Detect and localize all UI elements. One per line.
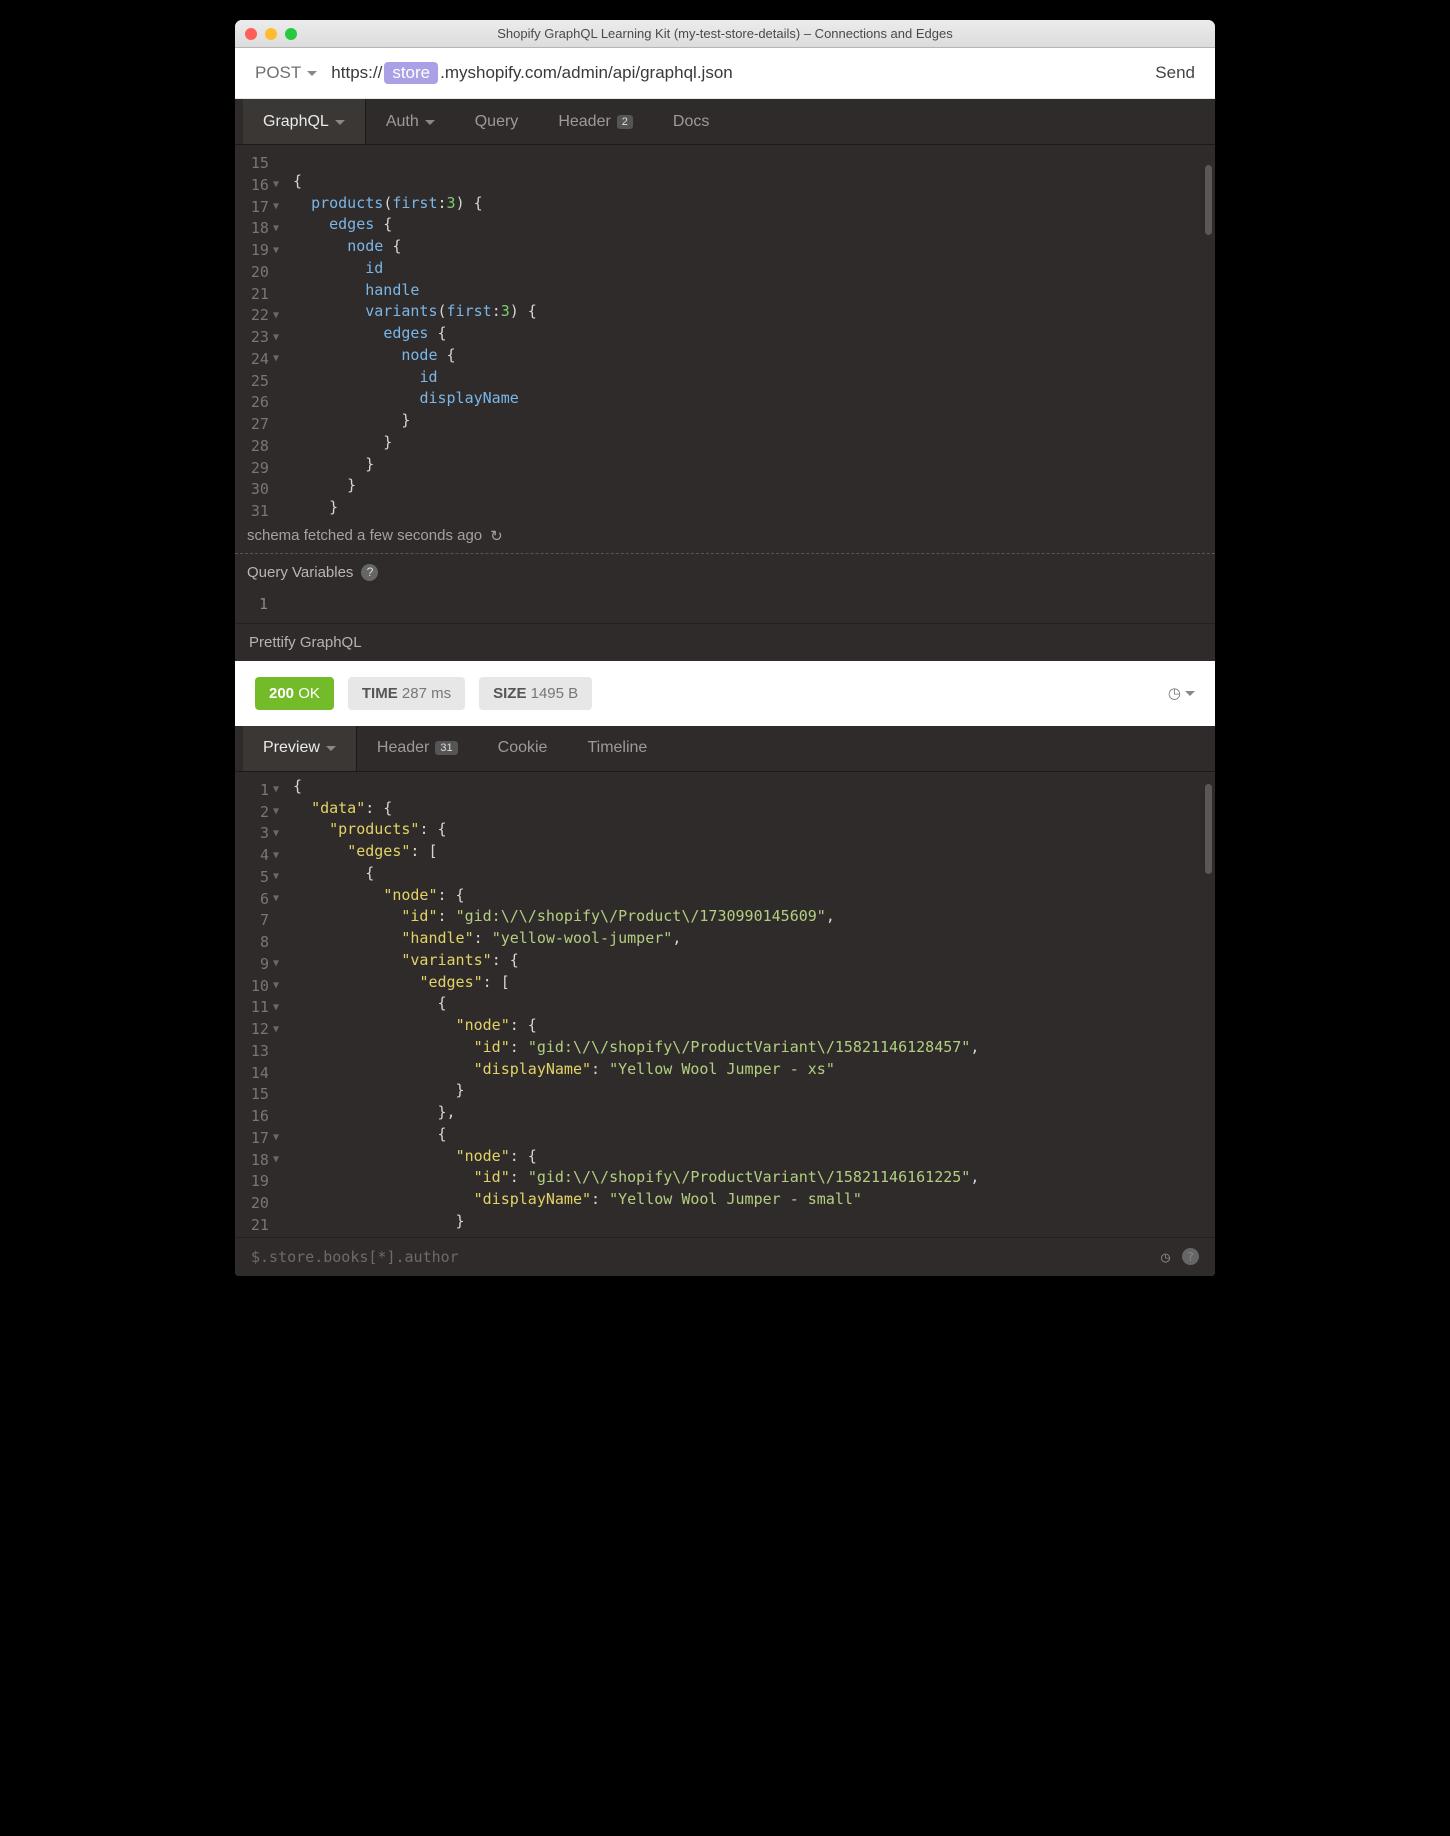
tab-timeline[interactable]: Timeline — [567, 726, 667, 771]
schema-status: schema fetched a few seconds ago ↻ — [235, 523, 1215, 553]
prettify-button[interactable]: Prettify GraphQL — [235, 623, 1215, 661]
response-tabs: Preview Header31 Cookie Timeline — [235, 726, 1215, 772]
status-badge: 200 OK — [255, 677, 334, 710]
tab-response-header[interactable]: Header31 — [357, 726, 478, 771]
help-icon[interactable]: ? — [361, 564, 378, 581]
tab-graphql[interactable]: GraphQL — [243, 99, 366, 144]
send-button[interactable]: Send — [1155, 63, 1195, 83]
url-input[interactable]: https:// store .myshopify.com/admin/api/… — [331, 62, 1141, 84]
titlebar[interactable]: Shopify GraphQL Learning Kit (my-test-st… — [235, 20, 1215, 48]
graphql-editor[interactable]: 15 16▼17▼18▼19▼20 21 22▼23▼24▼25 26 27 2… — [235, 145, 1215, 523]
tab-header[interactable]: Header2 — [538, 99, 653, 144]
zoom-icon[interactable] — [285, 28, 297, 40]
scrollbar[interactable] — [1205, 165, 1212, 235]
tab-query[interactable]: Query — [455, 99, 539, 144]
jsonpath-input[interactable]: $.store.books[*].author — [251, 1248, 459, 1266]
request-panel: GraphQL Auth Query Header2 Docs 15 16▼17… — [235, 99, 1215, 661]
history-button[interactable]: ◷ — [1168, 684, 1195, 702]
query-variables-editor[interactable]: 1 — [235, 591, 1215, 623]
url-variable-tag[interactable]: store — [384, 62, 438, 84]
close-icon[interactable] — [245, 28, 257, 40]
minimize-icon[interactable] — [265, 28, 277, 40]
tab-auth[interactable]: Auth — [366, 99, 455, 144]
chevron-down-icon — [1185, 685, 1195, 702]
clock-icon[interactable]: ◷ — [1161, 1248, 1170, 1266]
scrollbar[interactable] — [1205, 784, 1212, 874]
refresh-icon[interactable]: ↻ — [490, 527, 503, 545]
app-window: Shopify GraphQL Learning Kit (my-test-st… — [235, 20, 1215, 1276]
help-icon[interactable]: ? — [1182, 1248, 1199, 1265]
clock-icon: ◷ — [1168, 684, 1181, 702]
request-tabs: GraphQL Auth Query Header2 Docs — [235, 99, 1215, 145]
tab-docs[interactable]: Docs — [653, 99, 729, 144]
request-bar: POST https:// store .myshopify.com/admin… — [235, 48, 1215, 99]
size-badge: SIZE 1495 B — [479, 677, 592, 710]
url-prefix: https:// — [331, 63, 382, 83]
tab-cookie[interactable]: Cookie — [478, 726, 568, 771]
method-select[interactable]: POST — [255, 63, 317, 83]
time-badge: TIME 287 ms — [348, 677, 465, 710]
query-variables-header[interactable]: Query Variables ? — [235, 553, 1215, 591]
response-panel: Preview Header31 Cookie Timeline 1▼2▼3▼4… — [235, 726, 1215, 1276]
response-status-bar: 200 OK TIME 287 ms SIZE 1495 B ◷ — [235, 661, 1215, 726]
window-title: Shopify GraphQL Learning Kit (my-test-st… — [235, 26, 1215, 41]
tab-preview[interactable]: Preview — [243, 726, 357, 771]
url-suffix: .myshopify.com/admin/api/graphql.json — [440, 63, 733, 83]
method-label: POST — [255, 63, 301, 83]
response-viewer[interactable]: 1▼2▼3▼4▼5▼6▼7 8 9▼10▼11▼12▼13 14 15 16 1… — [235, 772, 1215, 1237]
response-header-badge: 31 — [435, 741, 457, 755]
header-badge: 2 — [617, 115, 633, 129]
response-footer: $.store.books[*].author ◷ ? — [235, 1237, 1215, 1276]
